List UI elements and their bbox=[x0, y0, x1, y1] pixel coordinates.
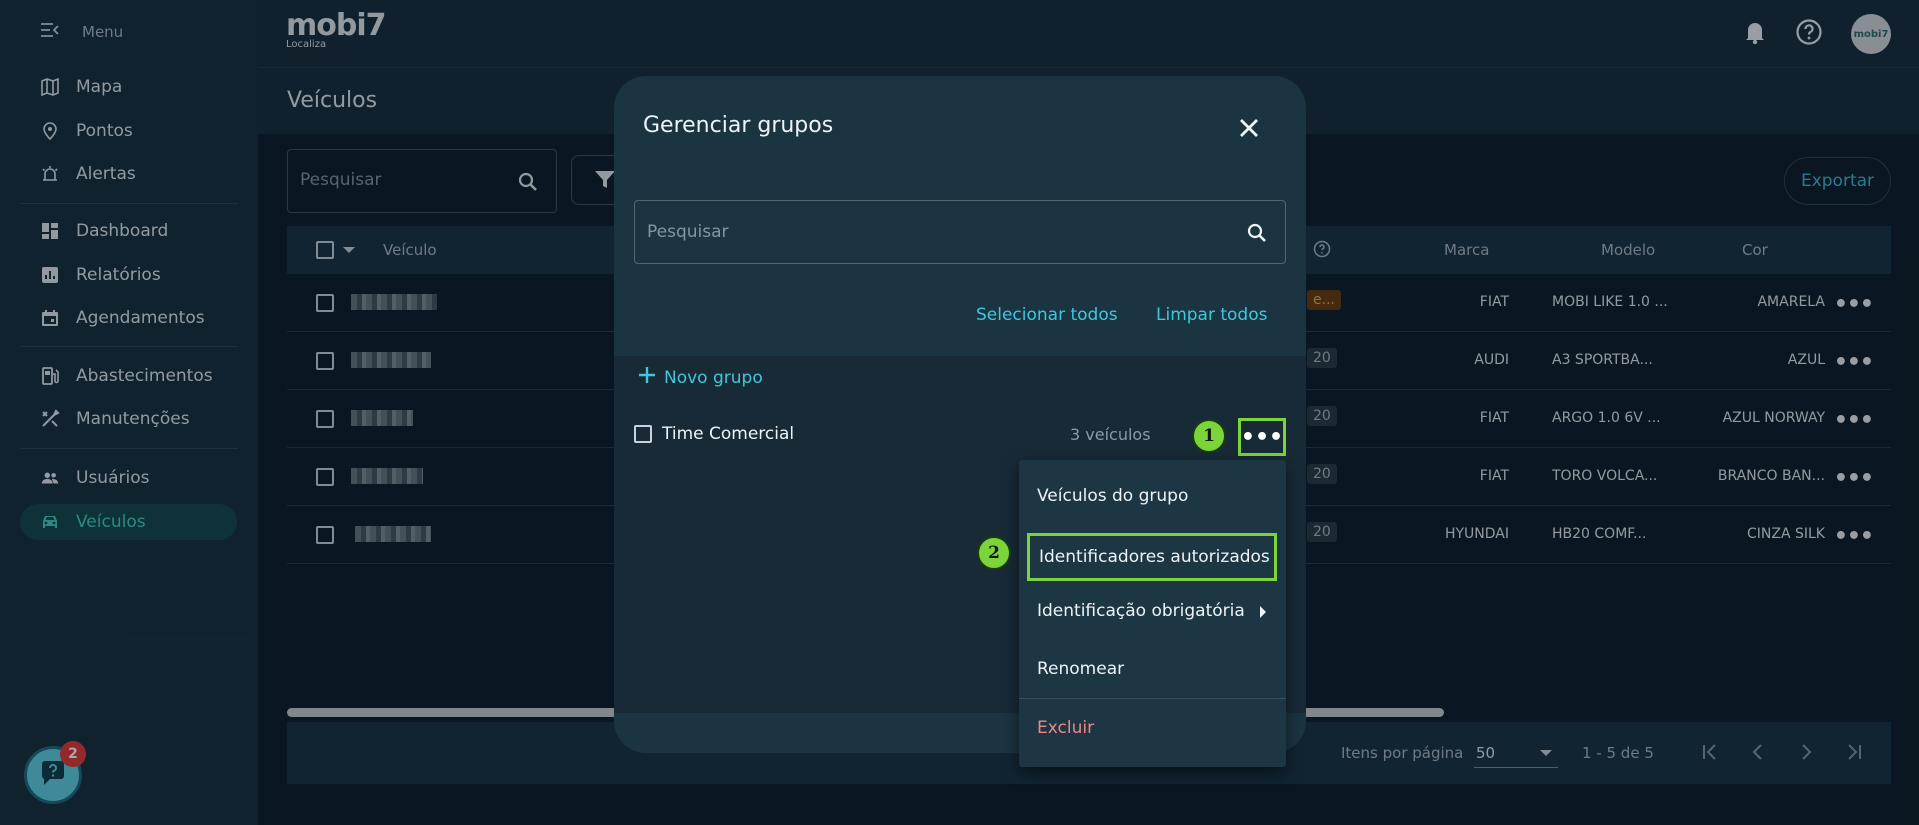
group-more-button[interactable]: ••• bbox=[1238, 418, 1286, 456]
group-search-input[interactable] bbox=[647, 222, 1207, 242]
callout-marker-1: 1 bbox=[1192, 419, 1226, 453]
plus-icon bbox=[638, 366, 656, 389]
search-icon[interactable] bbox=[1247, 223, 1267, 247]
menu-item-rename[interactable]: Renomear bbox=[1019, 645, 1286, 693]
menu-item-delete[interactable]: Excluir bbox=[1019, 704, 1286, 752]
menu-item-group-vehicles[interactable]: Veículos do grupo bbox=[1019, 472, 1286, 520]
group-name: Time Comercial bbox=[662, 424, 795, 444]
menu-divider bbox=[1019, 698, 1286, 699]
group-vehicle-count: 3 veículos bbox=[1070, 425, 1151, 444]
group-actions-menu: Veículos do grupo Identificadores autori… bbox=[1019, 460, 1286, 767]
group-checkbox[interactable] bbox=[634, 425, 652, 443]
menu-item-authorized-identifiers[interactable]: Identificadores autorizados bbox=[1027, 533, 1277, 581]
menu-item-mandatory-identification[interactable]: Identificação obrigatória bbox=[1019, 587, 1286, 635]
group-row: Time Comercial 3 veículos bbox=[634, 415, 1286, 455]
modal-header: Gerenciar grupos bbox=[614, 76, 1306, 176]
callout-marker-2: 2 bbox=[977, 536, 1011, 570]
clear-all-link[interactable]: Limpar todos bbox=[1156, 305, 1267, 325]
new-group-label: Novo grupo bbox=[664, 367, 763, 388]
group-search bbox=[634, 200, 1286, 264]
modal-title: Gerenciar grupos bbox=[643, 113, 834, 138]
new-group-button[interactable]: Novo grupo bbox=[638, 366, 763, 389]
menu-item-label: Identificação obrigatória bbox=[1037, 601, 1245, 621]
select-all-link[interactable]: Selecionar todos bbox=[976, 305, 1118, 325]
submenu-arrow-icon bbox=[1260, 606, 1266, 618]
close-icon[interactable] bbox=[1237, 116, 1261, 140]
